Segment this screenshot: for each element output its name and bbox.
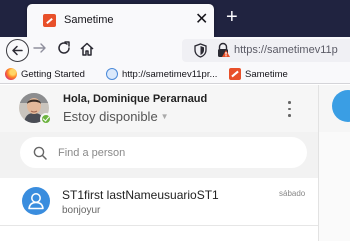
home-icon	[80, 42, 94, 56]
close-tab-icon[interactable]: ✕	[195, 10, 208, 30]
person-icon	[28, 193, 44, 210]
shield-icon[interactable]	[194, 43, 207, 58]
firefox-icon	[5, 68, 17, 80]
list-item[interactable]: ST1first lastNameusuarioST1 bonjoyur sáb…	[0, 178, 318, 226]
search-area	[0, 132, 318, 178]
last-message: bonjoyur	[62, 205, 101, 216]
address-bar[interactable]: https://sametimev11p	[182, 39, 350, 62]
home-button[interactable]	[79, 41, 95, 57]
conversation-panel-edge	[318, 85, 350, 241]
browser-tab-sametime[interactable]: Sametime ✕	[27, 4, 214, 37]
arrow-right-icon	[33, 43, 46, 53]
url-text[interactable]: https://sametimev11p	[234, 44, 338, 56]
new-tab-button[interactable]: +	[226, 6, 238, 28]
contact-avatar	[22, 187, 50, 215]
more-options-icon[interactable]	[284, 99, 294, 119]
status-label: Estoy disponible	[63, 109, 158, 124]
search-input[interactable]	[58, 144, 288, 161]
status-selector[interactable]: Estoy disponible ▼	[63, 109, 169, 124]
sametime-app: Hola, Dominique Perarnaud Estoy disponib…	[0, 85, 350, 241]
chevron-down-icon: ▼	[160, 112, 169, 121]
user-header: Hola, Dominique Perarnaud Estoy disponib…	[0, 85, 318, 132]
panel-avatar[interactable]	[332, 90, 350, 122]
bookmark-label: Sametime	[245, 68, 288, 80]
search-icon	[33, 146, 47, 160]
search-box[interactable]	[20, 137, 307, 168]
browser-nav-bar: https://sametimev11p	[0, 37, 350, 64]
bookmarks-toolbar: Getting Started http://sametimev11pr... …	[0, 64, 350, 84]
status-available-icon	[40, 113, 52, 125]
user-greeting: Hola, Dominique Perarnaud	[63, 93, 208, 105]
sametime-icon	[43, 14, 56, 27]
forward-button[interactable]	[32, 40, 48, 60]
bookmark-sametime[interactable]: Sametime	[229, 67, 288, 81]
conversation-panel-body	[319, 132, 350, 241]
sametime-icon	[229, 68, 241, 80]
lock-icon[interactable]	[216, 42, 230, 58]
contact-name: ST1first lastNameusuarioST1	[62, 188, 219, 202]
tab-title: Sametime	[64, 14, 114, 26]
back-button[interactable]	[6, 39, 29, 62]
reload-button[interactable]	[56, 40, 72, 60]
message-time: sábado	[279, 189, 306, 198]
bookmark-label: http://sametimev11pr...	[122, 68, 218, 80]
arrow-left-icon	[12, 45, 23, 56]
globe-icon	[106, 68, 118, 80]
bookmark-label: Getting Started	[21, 68, 85, 80]
bookmark-getting-started[interactable]: Getting Started	[5, 67, 85, 81]
reload-icon	[58, 41, 70, 54]
bookmark-sametime-url[interactable]: http://sametimev11pr...	[106, 67, 217, 81]
browser-tab-bar: Sametime ✕ +	[0, 0, 350, 37]
